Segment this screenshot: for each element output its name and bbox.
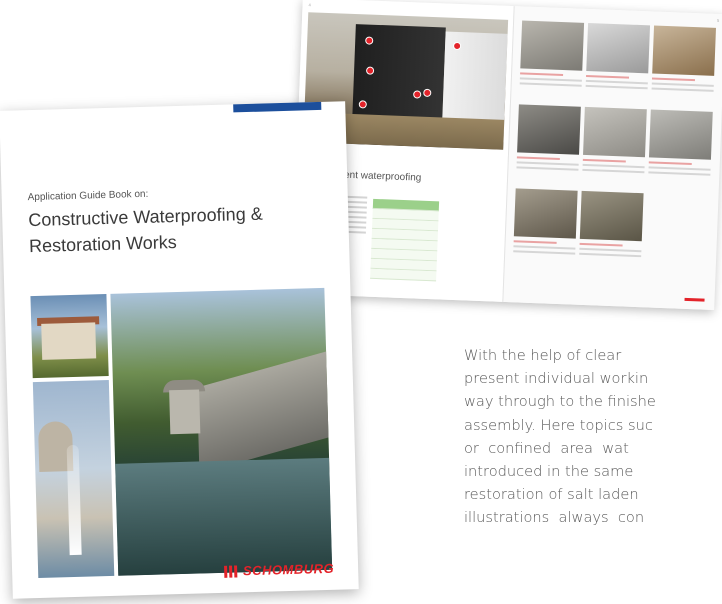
cover-title-line2: Restoration Works <box>28 232 177 257</box>
spread-right-page: 5 <box>502 6 722 311</box>
guide-book-cover: Application Guide Book on: Constructive … <box>0 101 359 599</box>
brand-name: SCHOMBURG <box>242 560 335 579</box>
cover-kicker: Application Guide Book on: <box>27 188 149 204</box>
step-photo <box>582 106 647 174</box>
step-photo <box>585 22 651 90</box>
step-photo <box>519 20 585 87</box>
body-line: illustrations always con <box>464 509 645 527</box>
step-photo <box>579 190 644 258</box>
dam-photo <box>110 287 333 576</box>
page-number-right: 5 <box>716 17 720 24</box>
spread-brand-logo <box>684 297 705 302</box>
step-photo <box>513 188 578 255</box>
brochure-spread: 4 ument basement waterproofing 5 <box>291 0 722 311</box>
schomburg-logo: SCHOMBURG <box>223 560 335 579</box>
cover-title-line1: Constructive Waterproofing & <box>28 203 263 231</box>
house-photo <box>30 294 109 379</box>
step-photo <box>516 104 581 171</box>
body-line: way through to the finishe <box>464 393 656 411</box>
body-line: or confined area wat <box>464 439 629 457</box>
body-line: introduced in the same <box>464 463 634 481</box>
cover-accent-bar <box>233 101 322 113</box>
body-line: With the help of clear <box>464 347 622 364</box>
fountain-photo <box>32 379 115 579</box>
page-number-left: 4 <box>308 2 311 8</box>
step-photo <box>651 25 716 92</box>
body-paragraph: With the help of clear present individua… <box>464 344 722 530</box>
body-line: assembly. Here topics suc <box>464 416 653 434</box>
body-line: restoration of salt laden <box>464 486 639 504</box>
product-table <box>370 198 440 282</box>
step-photo <box>648 109 713 176</box>
brand-mark-icon <box>223 564 238 578</box>
body-line: present individual workin <box>464 370 649 388</box>
body-copy: With the help of clear present individua… <box>464 344 722 604</box>
